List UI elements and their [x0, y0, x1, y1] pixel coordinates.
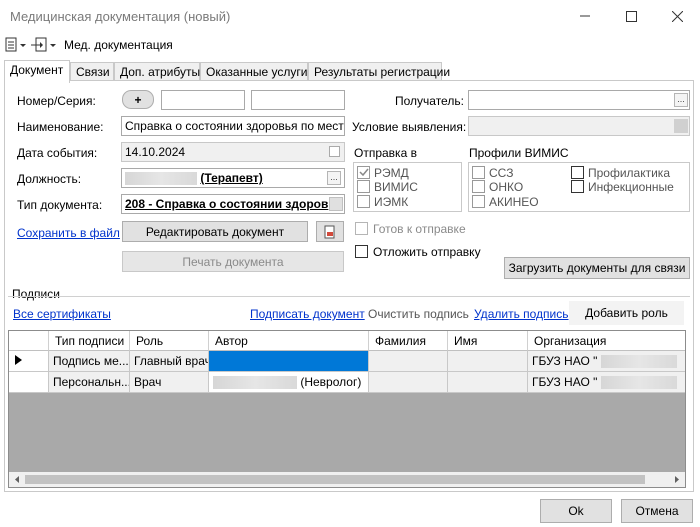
tab-registration-results[interactable]: Результаты регистрации: [308, 62, 450, 82]
close-icon: [671, 10, 683, 22]
table-row-1-role[interactable]: Главный врач: [130, 351, 209, 372]
redacted-org: [600, 355, 677, 369]
recipient-label: Получатель:: [395, 94, 464, 108]
table-row-2-firstname[interactable]: [448, 372, 528, 393]
position-value: (Терапевт): [200, 171, 263, 185]
date-value: 14.10.2024: [125, 145, 186, 159]
table-row-2-org[interactable]: ГБУЗ НАО ": [528, 372, 685, 393]
save-to-file-link[interactable]: Сохранить в файл: [17, 226, 120, 240]
window-title: Медицинская документация (новый): [10, 9, 231, 24]
scroll-right-icon: [675, 476, 679, 483]
clear-signature-link[interactable]: Очистить подпись: [368, 307, 469, 321]
export-icon: [31, 37, 56, 52]
minimize-icon: [580, 15, 590, 17]
ready-to-send-checkbox[interactable]: Готов к отправке: [355, 222, 466, 238]
col-header-author[interactable]: Автор: [209, 331, 369, 351]
table-row-1-org[interactable]: ГБУЗ НАО ": [528, 351, 685, 372]
signatures-divider: [8, 296, 690, 297]
maximize-button[interactable]: [608, 0, 654, 32]
maximize-icon: [625, 10, 637, 22]
signatures-table: Тип подписи Роль Автор Фамилия Имя Орган…: [8, 330, 686, 488]
name-label: Наименование:: [17, 120, 104, 134]
minimize-button[interactable]: [562, 0, 608, 32]
row-selector[interactable]: [9, 372, 49, 393]
scroll-thumb[interactable]: [25, 475, 645, 484]
row-selector[interactable]: [9, 351, 49, 372]
table-row-1-firstname[interactable]: [448, 351, 528, 372]
series-field[interactable]: [251, 90, 345, 110]
scroll-left-icon: [15, 476, 19, 483]
table-row-2-surname[interactable]: [369, 372, 448, 393]
ok-button[interactable]: Ok: [540, 499, 612, 523]
vimis-title: Профили ВИМИС: [469, 146, 569, 160]
cancel-button[interactable]: Отмена: [621, 499, 693, 523]
pdf-icon: [324, 225, 335, 238]
toolbar-title: Мед. документация: [64, 38, 173, 52]
table-hscrollbar[interactable]: [9, 472, 685, 487]
add-number-button[interactable]: +: [122, 90, 154, 109]
redacted-name: [125, 172, 197, 186]
col-header-type[interactable]: Тип подписи: [49, 331, 130, 351]
document-menu-button[interactable]: [5, 37, 27, 56]
date-field[interactable]: 14.10.2024: [121, 142, 345, 162]
table-row-1-author[interactable]: [209, 351, 369, 372]
checkmark-icon: [359, 168, 369, 177]
delete-signature-link[interactable]: Удалить подпись: [474, 307, 569, 321]
print-document-button[interactable]: Печать документа: [122, 251, 344, 272]
condition-label: Условие выявления:: [352, 120, 467, 134]
recipient-picker-button[interactable]: ...: [674, 93, 688, 107]
col-header-surname[interactable]: Фамилия: [369, 331, 448, 351]
table-row-2-author[interactable]: (Невролог): [209, 372, 369, 393]
table-row-2-role[interactable]: Врач: [130, 372, 209, 393]
export-menu-button[interactable]: [31, 37, 57, 56]
current-row-icon: [15, 355, 22, 365]
doctype-label: Тип документа:: [17, 198, 103, 212]
toolbar: Мед. документация: [0, 32, 700, 58]
position-label: Должность:: [17, 172, 82, 186]
number-label: Номер/Серия:: [17, 94, 96, 108]
col-header-firstname[interactable]: Имя: [448, 331, 528, 351]
position-picker-button[interactable]: ...: [327, 171, 341, 185]
edit-document-button[interactable]: Редактировать документ: [122, 221, 308, 242]
load-documents-button[interactable]: Загрузить документы для связи: [504, 257, 690, 279]
redacted-org: [600, 376, 677, 390]
send-vimis-checkbox[interactable]: ВИМИС: [357, 180, 418, 196]
send-iemk-checkbox[interactable]: ИЭМК: [357, 195, 408, 211]
all-certificates-link[interactable]: Все сертификаты: [13, 307, 111, 321]
redacted-author: [213, 376, 297, 390]
doctype-field[interactable]: 208 - Справка о состоянии здоров: [121, 194, 345, 214]
tab-services[interactable]: Оказанные услуги: [200, 62, 308, 82]
condition-field[interactable]: [468, 116, 690, 136]
close-button[interactable]: [654, 0, 700, 32]
name-field[interactable]: Справка о состоянии здоровья по месту тр: [121, 116, 345, 136]
tab-extra-attributes[interactable]: Доп. атрибуты: [114, 62, 200, 82]
sign-document-link[interactable]: Подписать документ: [250, 307, 365, 321]
tab-links[interactable]: Связи: [70, 62, 114, 82]
title-bar: Медицинская документация (новый): [0, 0, 700, 32]
date-label: Дата события:: [17, 146, 98, 160]
signatures-title: Подписи: [12, 287, 60, 301]
number-field[interactable]: [161, 90, 245, 110]
document-icon: [5, 37, 26, 52]
vimis-infectious-checkbox[interactable]: Инфекционные: [571, 180, 674, 196]
table-row-1-type[interactable]: Подпись ме...: [49, 351, 130, 372]
vimis-akineo-checkbox[interactable]: АКИНЕО: [472, 195, 539, 211]
tab-document[interactable]: Документ: [4, 60, 70, 83]
vimis-onko-checkbox[interactable]: ОНКО: [472, 180, 523, 196]
recipient-field[interactable]: [468, 90, 690, 110]
table-row-1-surname[interactable]: [369, 351, 448, 372]
row-header-corner: [9, 331, 49, 351]
add-role-button[interactable]: Добавить роль: [569, 301, 684, 325]
pdf-button[interactable]: [316, 221, 344, 242]
condition-dropdown-button[interactable]: [674, 119, 688, 133]
send-title: Отправка в: [354, 146, 417, 160]
doctype-dropdown-button[interactable]: [329, 197, 343, 211]
table-row-2-type[interactable]: Персональн...: [49, 372, 130, 393]
calendar-icon[interactable]: [329, 146, 340, 157]
defer-send-checkbox[interactable]: Отложить отправку: [355, 245, 481, 261]
position-field[interactable]: (Терапевт): [121, 168, 345, 188]
col-header-role[interactable]: Роль: [130, 331, 209, 351]
col-header-organization[interactable]: Организация: [528, 331, 685, 351]
